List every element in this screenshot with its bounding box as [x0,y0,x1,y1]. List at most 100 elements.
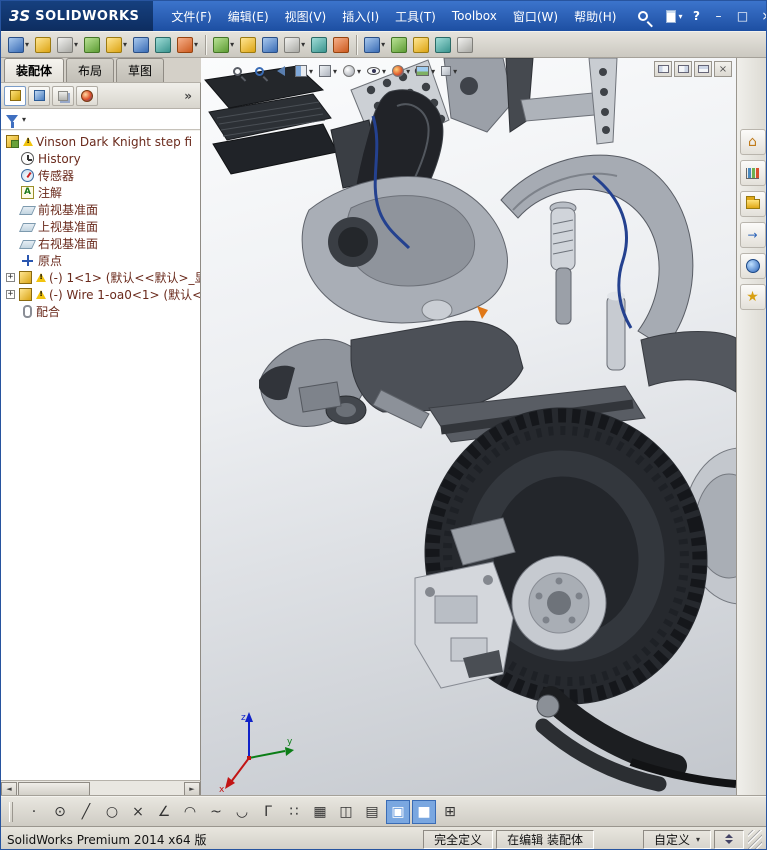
viewport-close-icon[interactable]: × [714,61,732,77]
menu-help[interactable]: 帮助(H) [566,4,624,29]
linear-sketch-pattern-tool[interactable]: ∷ [282,800,306,824]
design-library-icon[interactable] [739,160,766,186]
propertymanager-tab[interactable] [28,85,50,106]
search-icon[interactable] [638,11,649,21]
section-properties-icon[interactable] [455,33,475,56]
bill-of-materials-icon[interactable] [260,33,280,56]
featuremanager-tree-tab[interactable] [4,85,26,106]
window-pane-left-icon[interactable] [654,61,672,77]
menu-window[interactable]: 窗口(W) [505,4,566,29]
file-explorer-icon[interactable] [739,191,766,217]
window-pane-right-icon[interactable] [674,61,692,77]
tree-item-component-wire-1[interactable]: + (-) Wire 1-oa0<1> (默认< [1,286,200,303]
apply-scene-icon[interactable]: ▾ [414,61,437,81]
circle-tool[interactable]: ○ [100,800,124,824]
panel-horizontal-scrollbar[interactable]: ◄ ► [1,780,201,796]
tree-item-right-plane[interactable]: 右视基准面 [1,235,200,252]
display-style-icon[interactable]: ▾ [341,61,363,81]
grid-system-tool[interactable]: ▦ [308,800,332,824]
window-pane-both-icon[interactable] [694,61,712,77]
help-icon[interactable]: ? [686,9,706,23]
new-document-button[interactable]: ▾ [662,8,686,25]
resize-grip[interactable] [748,829,762,849]
status-custom-toolbar[interactable]: 自定义 ▾ [642,829,711,849]
instant2d-tool[interactable]: ■ [412,799,436,824]
tree-item-front-plane[interactable]: 前视基准面 [1,201,200,218]
expand-icon[interactable]: + [6,290,15,299]
smart-dimension-tool[interactable]: ∠ [152,800,176,824]
toolbar-grip[interactable] [9,801,13,822]
corner-rectangle-tool[interactable]: Γ [256,800,280,824]
show-hidden-components-icon[interactable] [153,33,173,56]
model-body-fairing[interactable] [259,175,524,427]
tree-item-annotations[interactable]: A 注解 [1,184,200,201]
graphics-area[interactable]: z y x ▾ ▾ ▾ ▾ ▾ ▾ ▾ × [201,58,736,796]
model-rear-pillar[interactable] [588,58,618,145]
menu-edit[interactable]: 编辑(E) [220,4,277,29]
tab-layout[interactable]: 布局 [66,58,115,82]
reference-geometry-icon[interactable]: ▾ [211,33,236,56]
model-exhaust[interactable] [535,686,736,792]
filter-input[interactable] [30,111,196,127]
status-expand-button[interactable] [714,829,744,849]
zoom-to-fit-icon[interactable] [227,61,247,81]
configurationmanager-tab[interactable] [52,85,74,106]
tree-item-origin[interactable]: 原点 [1,252,200,269]
view-orientation-icon[interactable]: ▾ [317,61,339,81]
edit-appearance-icon[interactable]: ▾ [390,61,412,81]
zoom-to-area-icon[interactable] [249,61,269,81]
explode-line-sketch-icon[interactable] [309,33,329,56]
line-tool[interactable]: ╱ [74,800,98,824]
point-tool[interactable]: · [22,800,46,824]
spline-tool[interactable]: ~ [204,800,228,824]
filter-funnel-icon[interactable] [6,115,18,128]
scrollbar-thumb[interactable] [18,781,90,796]
menu-view[interactable]: 视图(V) [277,4,335,29]
view-settings-icon[interactable]: ▾ [439,61,459,81]
model-rear-frame[interactable] [443,58,607,133]
shaded-sketch-contours-tool[interactable]: ▣ [386,799,410,824]
mass-properties-icon[interactable] [433,33,453,56]
custom-properties-icon[interactable]: ★ [739,284,766,310]
linear-component-pattern-icon[interactable]: ▾ [55,33,80,56]
perimeter-circle-tool[interactable]: ⊙ [48,800,72,824]
hide-show-items-icon[interactable]: ▾ [365,61,388,81]
view-palette-icon[interactable]: → [739,222,766,248]
smart-fasteners-icon[interactable] [82,33,102,56]
menu-toolbox[interactable]: Toolbox [444,5,505,27]
menu-file[interactable]: 文件(F) [163,4,219,29]
clearance-verification-icon[interactable]: ▾ [362,33,387,56]
tab-sketch[interactable]: 草图 [116,58,165,82]
previous-view-icon[interactable] [271,61,291,81]
solidworks-resources-icon[interactable]: ⌂ [739,129,766,155]
convert-entities-tool[interactable]: ▤ [360,800,384,824]
new-motion-study-icon[interactable] [238,33,258,56]
tree-item-sensors[interactable]: 传感器 [1,167,200,184]
tab-assembly[interactable]: 装配体 [4,58,65,82]
tables-tool[interactable]: ⊞ [438,800,462,824]
exploded-view-icon[interactable]: ▾ [282,33,307,56]
tree-item-component-1[interactable]: + (-) 1<1> (默认<<默认>_显 [1,269,200,286]
scroll-left-button[interactable]: ◄ [1,781,17,796]
tangent-arc-tool[interactable]: ◡ [230,800,254,824]
model-radiator-grille[interactable] [204,65,380,189]
filter-dropdown-icon[interactable]: ▾ [22,115,26,124]
model-fender[interactable] [640,331,736,393]
model-3d-view[interactable]: z y x [201,58,736,796]
scroll-right-button[interactable]: ► [184,781,200,796]
hole-alignment-icon[interactable] [389,33,409,56]
tree-item-history[interactable]: History [1,150,200,167]
displaymanager-tab[interactable] [76,85,98,106]
menu-tools[interactable]: 工具(T) [387,4,444,29]
mate-icon[interactable] [33,33,53,56]
move-component-icon[interactable]: ▾ [104,33,129,56]
close-button[interactable]: × [754,6,766,26]
expand-panel-button[interactable]: » [179,89,197,103]
model-hub[interactable] [511,555,607,651]
appearances-scenes-icon[interactable] [739,253,766,279]
tree-item-mates[interactable]: 配合 [1,303,200,320]
rotate-component-icon[interactable] [131,33,151,56]
interference-detection-icon[interactable] [331,33,351,56]
arc-tool[interactable]: ◠ [178,800,202,824]
mirror-entities-tool[interactable]: ◫ [334,800,358,824]
